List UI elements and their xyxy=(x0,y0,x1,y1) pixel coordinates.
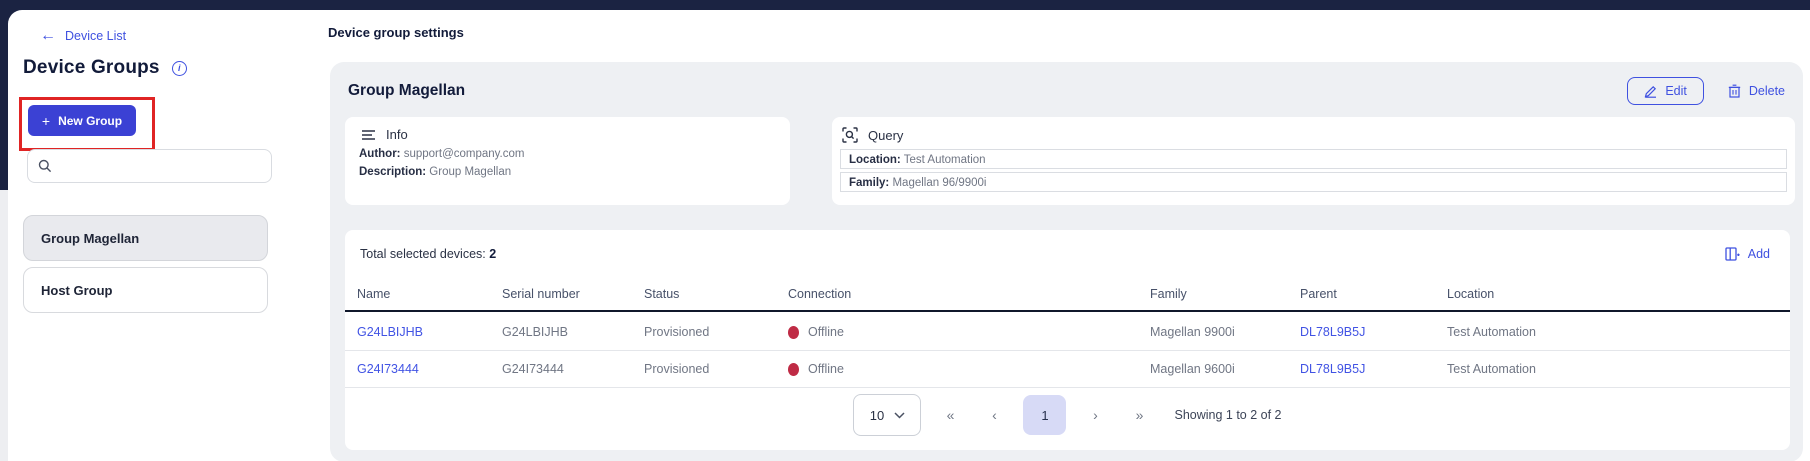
pagination: 10 « ‹ 1 › » Showing 1 to 2 of 2 xyxy=(345,390,1790,440)
device-status: Provisioned xyxy=(644,325,710,339)
scan-search-icon xyxy=(842,127,858,143)
device-parent-link[interactable]: DL78L9B5J xyxy=(1300,362,1447,376)
device-serial: G24I73444 xyxy=(502,362,564,376)
query-panel-title: Query xyxy=(868,127,904,143)
device-serial: G24LBIJHB xyxy=(502,325,569,339)
back-to-device-list-link[interactable]: ← Device List xyxy=(40,28,126,44)
col-header-location: Location xyxy=(1447,287,1495,301)
device-name-link[interactable]: G24LBIJHB xyxy=(357,325,502,339)
device-family: Magellan 9900i xyxy=(1150,325,1235,339)
new-group-button-label: New Group xyxy=(58,113,123,128)
query-panel: Query Location: Test Automation Family: … xyxy=(832,117,1795,205)
page-size-value: 10 xyxy=(869,407,885,423)
list-lines-icon xyxy=(361,129,376,141)
info-icon[interactable]: i xyxy=(171,60,187,76)
add-button-label: Add xyxy=(1747,247,1770,261)
query-location-label: Location: xyxy=(849,154,901,166)
page-size-select[interactable]: 10 xyxy=(853,394,922,436)
description-label: Description: xyxy=(359,166,427,178)
page-title: Device group settings xyxy=(328,25,464,40)
table-row: G24I73444 G24I73444 Provisioned Offline … xyxy=(345,351,1790,388)
group-item-label: Group Magellan xyxy=(41,230,140,246)
device-location: Test Automation xyxy=(1447,325,1536,339)
search-icon xyxy=(38,159,52,173)
total-selected-label: Total selected devices: 2 xyxy=(360,247,497,261)
edit-button[interactable]: Edit xyxy=(1627,77,1704,105)
sidebar-item-host-group[interactable]: Host Group xyxy=(23,267,268,313)
device-status: Provisioned xyxy=(644,362,710,376)
group-settings-card: Group Magellan Edit Delete Info Author: … xyxy=(330,62,1803,461)
col-header-serial: Serial number xyxy=(502,287,580,301)
device-name-link[interactable]: G24I73444 xyxy=(357,362,502,376)
delete-button[interactable]: Delete xyxy=(1728,84,1785,98)
query-location-value: Test Automation xyxy=(903,154,986,166)
plus-icon: + xyxy=(41,112,51,129)
author-line: Author: support@company.com xyxy=(359,148,776,160)
group-search-input[interactable] xyxy=(60,159,261,173)
description-value: Group Magellan xyxy=(429,166,512,178)
info-panel: Info Author: support@company.com Descrip… xyxy=(345,117,790,205)
query-family-value: Magellan 96/9900i xyxy=(892,177,987,189)
col-header-status: Status xyxy=(644,287,680,301)
sidebar-title: Device Groups xyxy=(23,57,160,78)
author-value: support@company.com xyxy=(403,148,525,160)
info-panel-title: Info xyxy=(386,127,408,142)
devices-table-card: Total selected devices: 2 Add Name Seria… xyxy=(345,230,1790,450)
next-page-button[interactable]: › xyxy=(1080,407,1110,423)
add-devices-button[interactable]: Add xyxy=(1725,247,1770,261)
col-header-connection: Connection xyxy=(788,287,852,301)
prev-page-button[interactable]: ‹ xyxy=(979,407,1009,423)
pagination-summary: Showing 1 to 2 of 2 xyxy=(1174,408,1282,422)
offline-dot-icon xyxy=(788,362,799,376)
device-location: Test Automation xyxy=(1447,362,1536,376)
new-group-button[interactable]: + New Group xyxy=(28,105,136,136)
chevron-down-icon xyxy=(894,411,905,419)
sidebar: ← Device List Device Groups i + New Grou… xyxy=(8,10,330,461)
group-item-label: Host Group xyxy=(41,282,113,298)
description-line: Description: Group Magellan xyxy=(359,166,776,178)
col-header-parent: Parent xyxy=(1300,287,1337,301)
query-family-label: Family: xyxy=(849,177,890,189)
col-header-name: Name xyxy=(357,287,391,301)
trash-icon xyxy=(1728,84,1741,98)
device-connection: Offline xyxy=(788,325,1150,339)
group-card-title: Group Magellan xyxy=(348,82,466,99)
query-location-row: Location: Test Automation xyxy=(840,149,1787,169)
table-row: G24LBIJHB G24LBIJHB Provisioned Offline … xyxy=(345,314,1790,351)
col-header-family: Family xyxy=(1150,287,1187,301)
device-connection: Offline xyxy=(788,362,1150,376)
insert-column-icon xyxy=(1725,247,1740,261)
delete-button-label: Delete xyxy=(1748,84,1785,98)
current-page-button[interactable]: 1 xyxy=(1023,395,1067,435)
offline-dot-icon xyxy=(788,325,799,339)
left-gutter xyxy=(0,190,8,461)
table-header-row: Name Serial number Status Connection Fam… xyxy=(345,278,1790,312)
device-parent-link[interactable]: DL78L9B5J xyxy=(1300,325,1447,339)
sidebar-item-group-magellan[interactable]: Group Magellan xyxy=(23,215,268,261)
first-page-button[interactable]: « xyxy=(935,407,965,423)
total-selected-count: 2 xyxy=(489,247,497,261)
back-arrow-icon: ← xyxy=(40,27,56,44)
last-page-button[interactable]: » xyxy=(1124,407,1154,423)
author-label: Author: xyxy=(359,148,401,160)
query-family-row: Family: Magellan 96/9900i xyxy=(840,172,1787,192)
pencil-icon xyxy=(1644,85,1657,98)
group-search-box[interactable] xyxy=(27,149,272,183)
edit-button-label: Edit xyxy=(1665,84,1687,98)
back-link-label: Device List xyxy=(65,29,127,43)
device-family: Magellan 9600i xyxy=(1150,362,1235,376)
